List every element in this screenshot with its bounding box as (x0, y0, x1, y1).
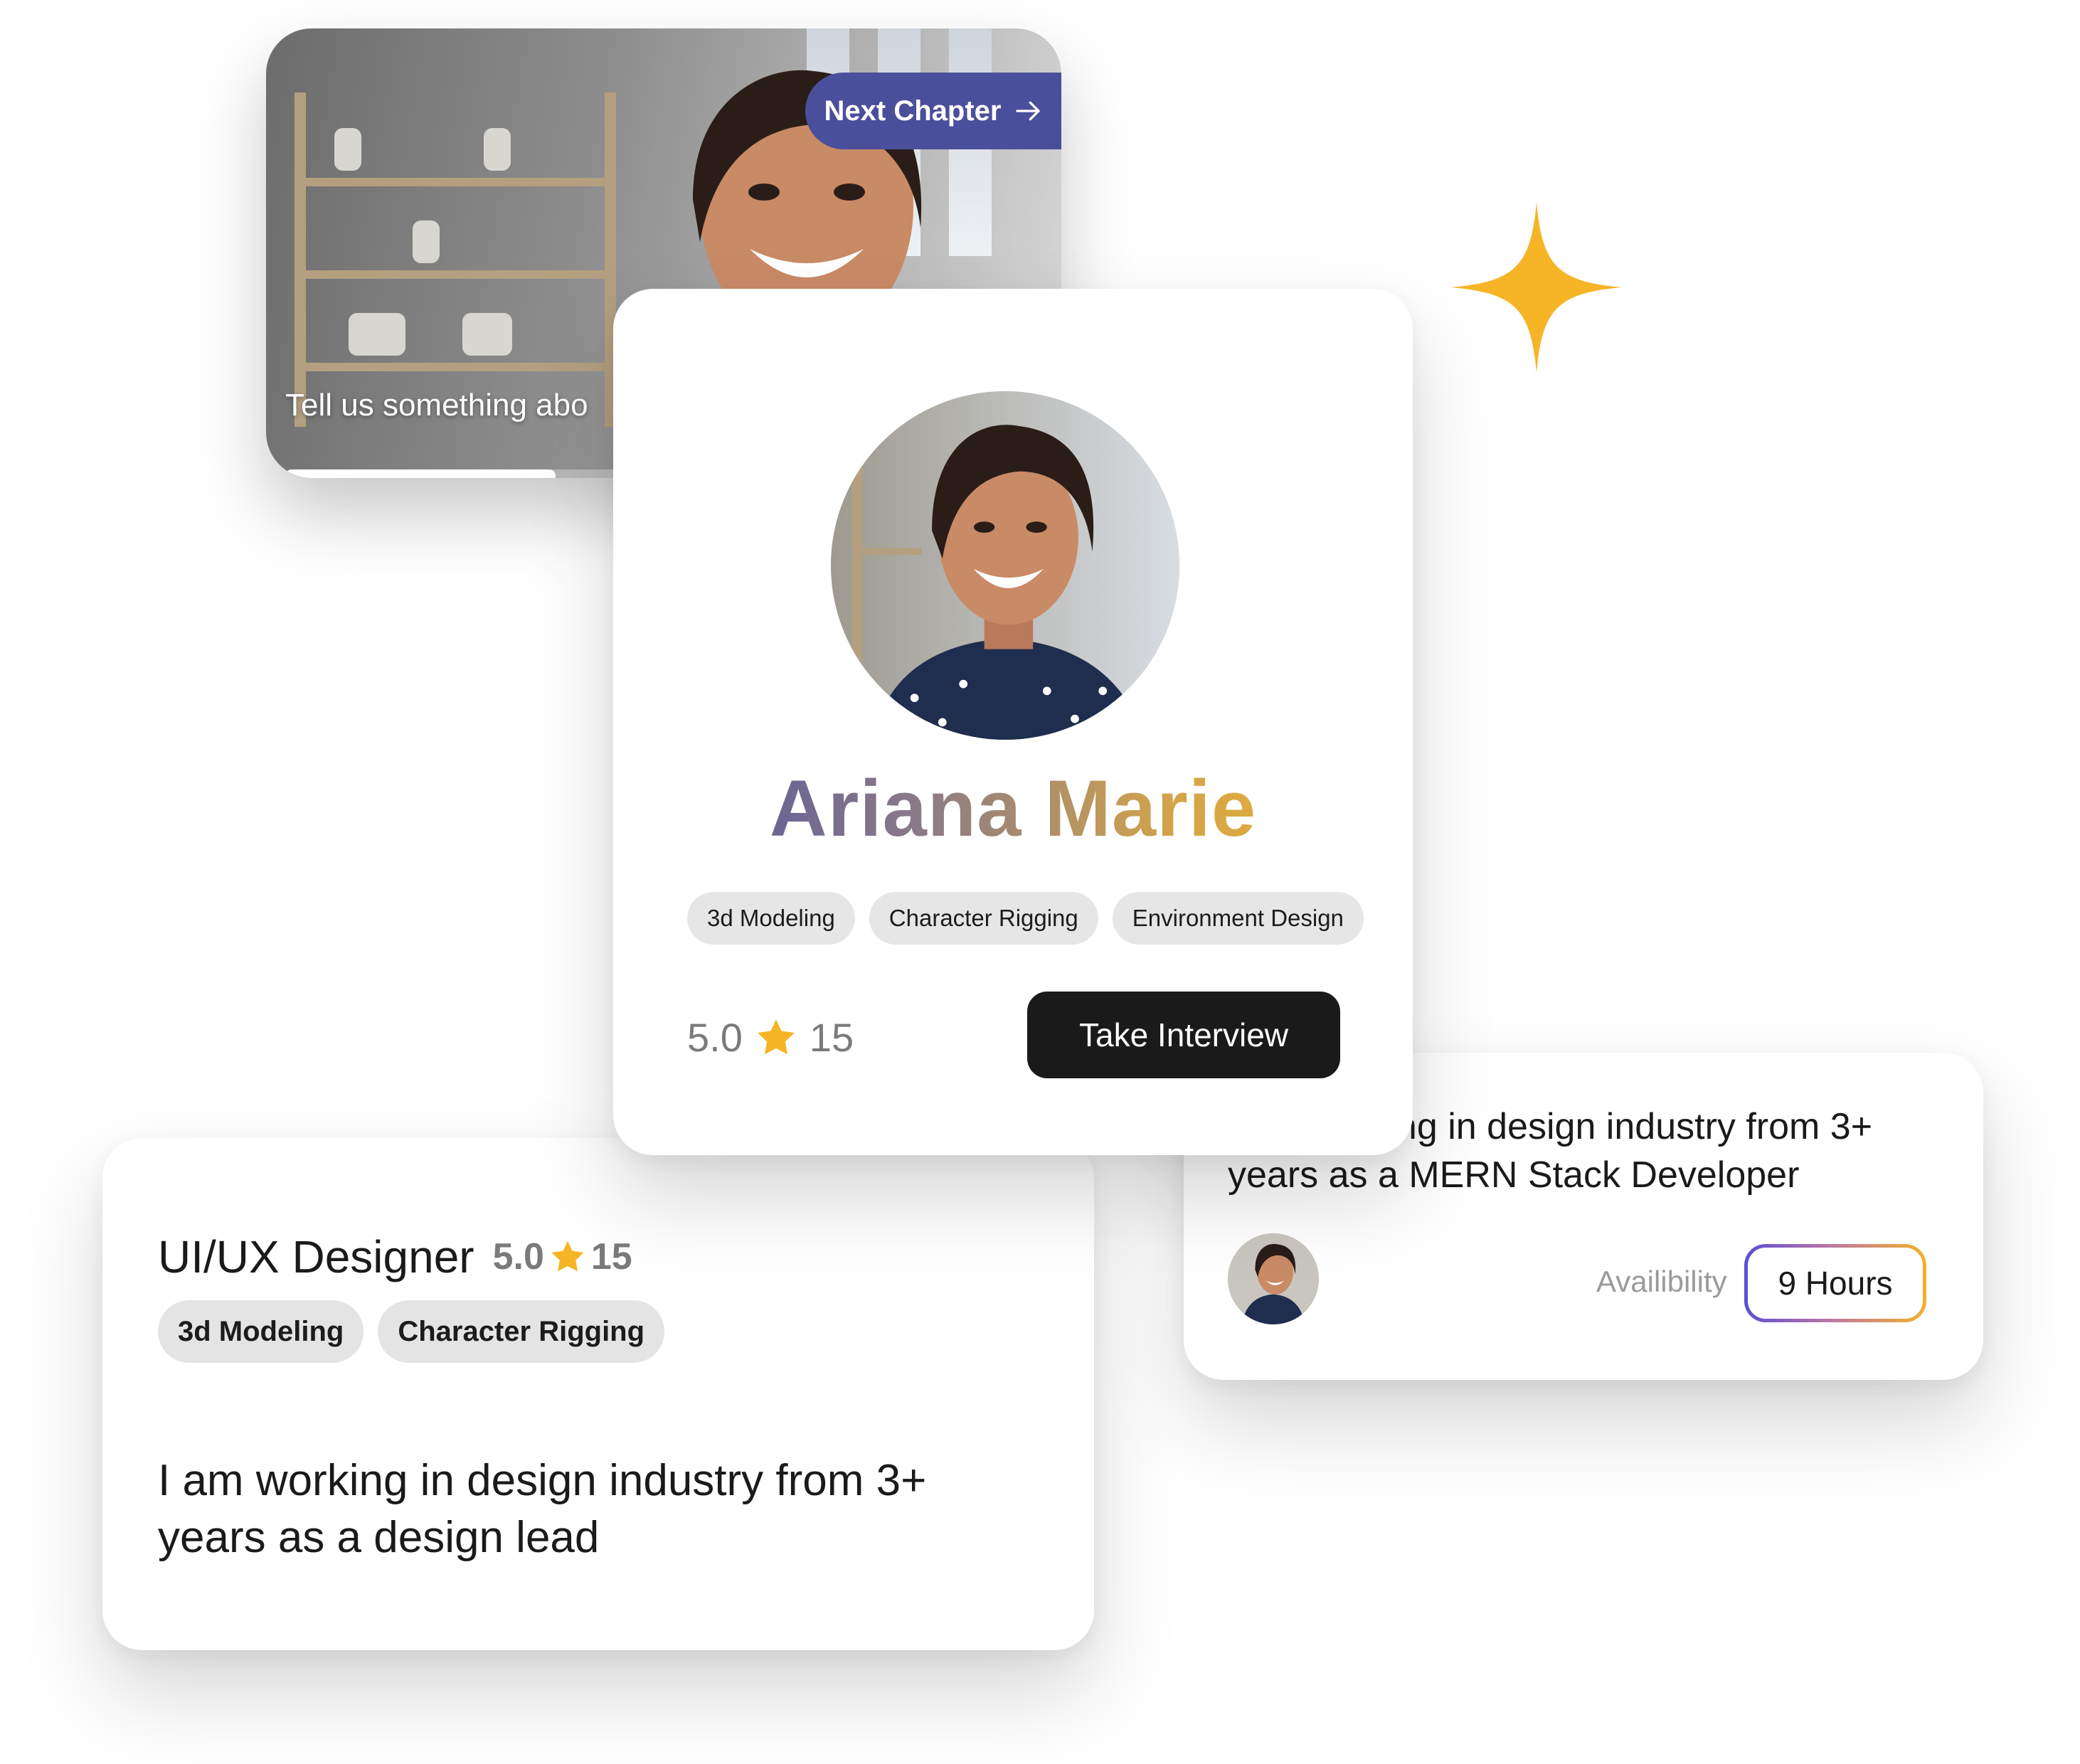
designer-title: UI/UX Designer (158, 1231, 474, 1282)
designer-rating: 5.0 15 (493, 1236, 632, 1278)
arrow-right-icon (1016, 101, 1041, 121)
avatar (1228, 1233, 1319, 1324)
designer-description: I am working in design industry from 3+ … (158, 1456, 927, 1562)
video-progress-fill (285, 469, 556, 478)
profile-avatar (831, 391, 1179, 740)
review-count: 15 (590, 1236, 632, 1277)
video-caption: Tell us something abo (285, 388, 588, 423)
star-icon (758, 1019, 795, 1054)
rating-value: 5.0 (687, 1015, 743, 1060)
skill-tag: 3d Modeling (158, 1300, 364, 1363)
next-chapter-label: Next Chapter (824, 95, 1002, 127)
rating-value: 5.0 (492, 1236, 544, 1277)
next-chapter-button[interactable]: Next Chapter (805, 73, 1061, 149)
availability-hours-badge: 9 Hours (1744, 1244, 1926, 1322)
designer-card[interactable]: UI/UX Designer 5.0 15 3d Modeling Charac… (102, 1138, 1094, 1650)
profile-name: Ariana Marie (613, 763, 1413, 854)
profile-card: Ariana Marie 3d Modeling Character Riggi… (613, 289, 1413, 1155)
review-count: 15 (809, 1015, 854, 1060)
skill-tag: 3d Modeling (687, 892, 855, 945)
skill-tag: Character Rigging (869, 892, 1098, 945)
profile-rating: 5.0 15 (687, 1014, 854, 1061)
sparkle-icon (1451, 202, 1622, 373)
star-icon (551, 1240, 584, 1272)
availability-label: Availibility (1596, 1265, 1727, 1298)
take-interview-button[interactable]: Take Interview (1027, 992, 1340, 1078)
skill-tag: Character Rigging (378, 1300, 665, 1363)
availability-hours-value: 9 Hours (1748, 1248, 1923, 1319)
skill-tag: Environment Design (1112, 892, 1364, 945)
